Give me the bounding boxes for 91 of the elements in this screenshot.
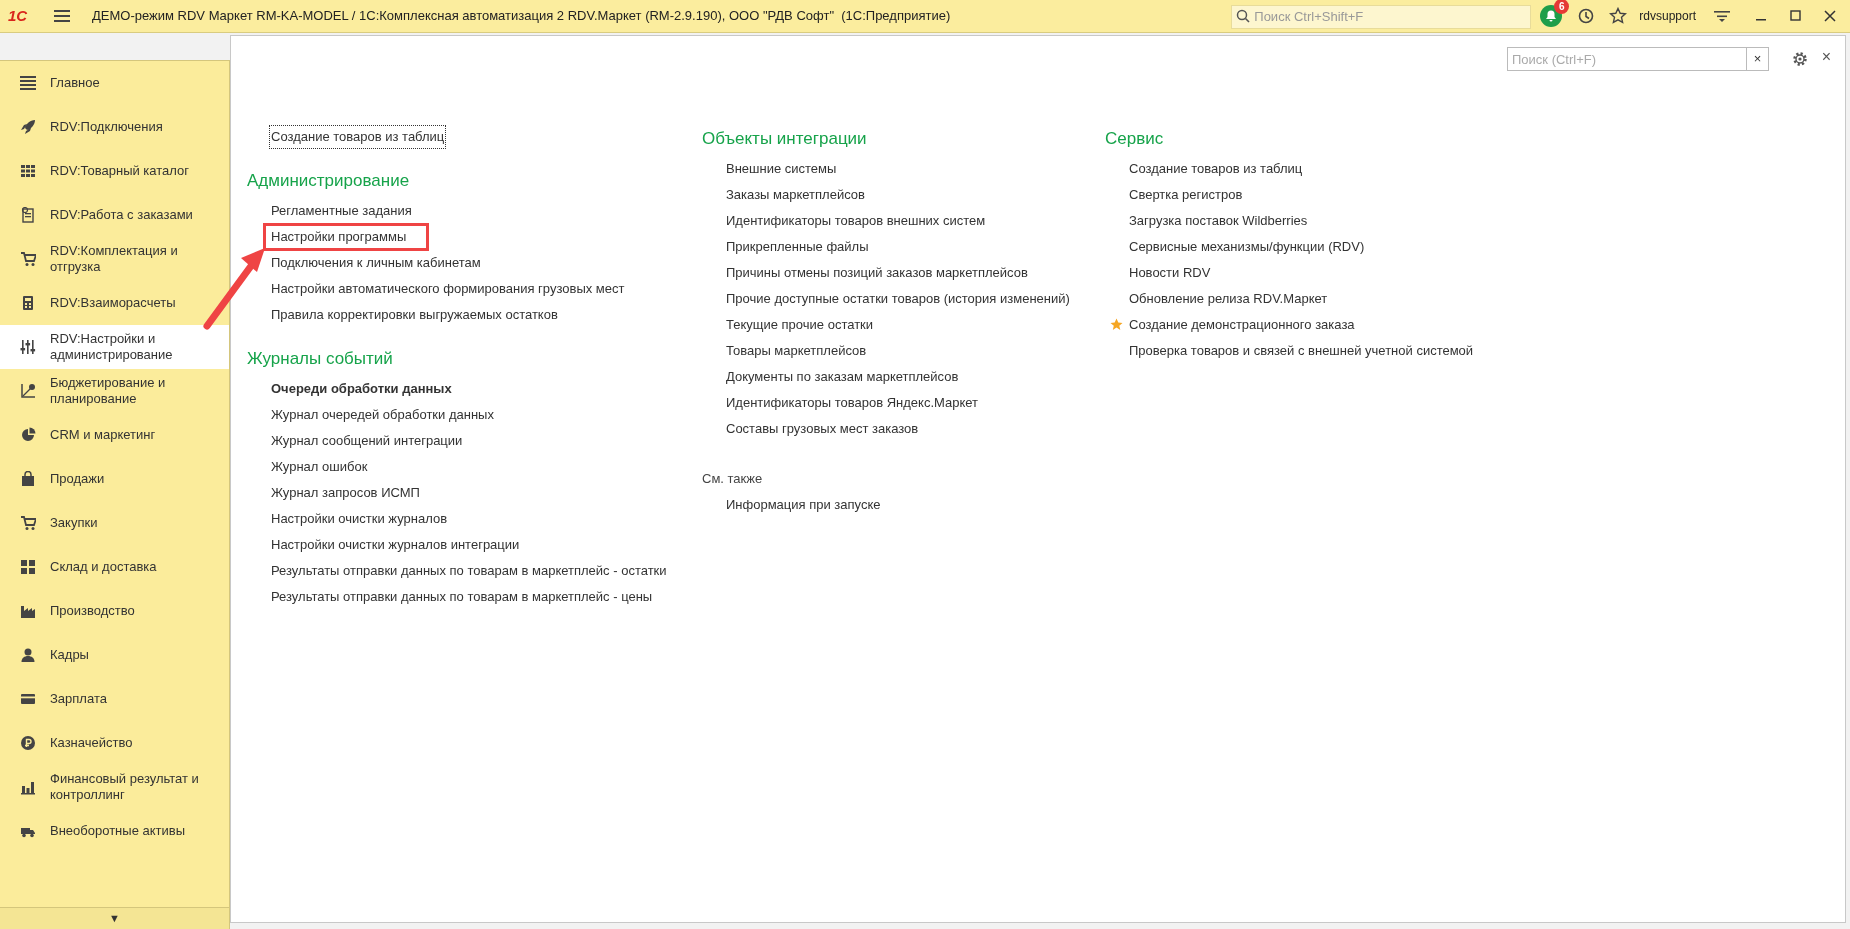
close-button[interactable]: ×: [1817, 46, 1835, 68]
person-icon: [20, 647, 36, 663]
cart-icon: [20, 251, 36, 267]
menu-link[interactable]: Создание товаров из таблиц: [271, 127, 445, 147]
menu-link[interactable]: Журнал сообщений интеграции: [271, 431, 463, 451]
chart-axes-icon: [20, 383, 36, 399]
menu-link[interactable]: Внешние системы: [726, 159, 837, 179]
menu-link[interactable]: Настройки очистки журналов: [271, 509, 448, 529]
history-icon[interactable]: [1577, 7, 1596, 25]
menu-link[interactable]: Создание демонстрационного заказа: [1129, 315, 1355, 335]
menu-link[interactable]: Журнал ошибок: [271, 457, 368, 477]
sidebar-item[interactable]: Казначейство: [0, 721, 229, 765]
pie-chart-icon: [20, 427, 36, 443]
menu-link[interactable]: Свертка регистров: [1129, 185, 1243, 205]
scroll-down-button[interactable]: ▼: [109, 913, 120, 924]
sidebar-item[interactable]: Внеоборотные активы: [0, 809, 229, 853]
grid-icon: [20, 163, 36, 179]
maximize-icon[interactable]: [1790, 10, 1802, 22]
sidebar-item[interactable]: RDV:Подключения: [0, 105, 229, 149]
menu-link[interactable]: Результаты отправки данных по товарам в маркетплейс - остатки: [271, 561, 667, 581]
section-heading: Сервис: [1105, 128, 1165, 151]
menu-link[interactable]: Товары маркетплейсов: [726, 341, 867, 361]
menu-link[interactable]: Настройки автоматического формирования грузовых мест: [271, 279, 625, 299]
sidebar-item[interactable]: CRM и маркетинг: [0, 413, 229, 457]
card-icon: [20, 691, 36, 707]
bag-icon: [20, 471, 36, 487]
menu-link[interactable]: Идентификаторы товаров Яндекс.Маркет: [726, 393, 978, 413]
menu-link[interactable]: Прикрепленные файлы: [726, 237, 869, 257]
sidebar-item[interactable]: Производство: [0, 589, 229, 633]
menu-link[interactable]: Регламентные задания: [271, 201, 412, 221]
sidebar-item[interactable]: RDV:Товарный каталог: [0, 149, 229, 193]
document-icon: [20, 207, 36, 223]
sidebar-item[interactable]: RDV:Комплектация и отгрузка: [0, 237, 229, 281]
sidebar-item[interactable]: RDV:Работа с заказами: [0, 193, 229, 237]
window-title: ДЕМО-режим RDV Маркет RM-KA-MODEL / 1С:Комплексная автоматизация 2 RDV.Маркет (RM-2.9.190), ООО "РДВ Софт" (1С:Предприятие): [92, 7, 951, 26]
menu-link[interactable]: Информация при запуске: [726, 495, 881, 515]
search-field[interactable]: Поиск Ctrl+Shift+F: [1231, 4, 1532, 29]
settings-icon[interactable]: [1791, 50, 1809, 68]
close-icon[interactable]: [1824, 10, 1836, 22]
menu-link[interactable]: Правила корректировки выгружаемых остатков: [271, 305, 558, 325]
menu-link[interactable]: Подключения к личным кабинетам: [271, 253, 481, 273]
rocket-icon: [20, 119, 36, 135]
menu-link[interactable]: Обновление релиза RDV.Маркет: [1129, 289, 1328, 309]
list-icon: [20, 75, 36, 91]
bell-icon[interactable]: [1539, 4, 1564, 28]
menu-link[interactable]: Результаты отправки данных по товарам в маркетплейс - цены: [271, 587, 653, 607]
menu-link[interactable]: Журнал очередей обработки данных: [271, 405, 494, 425]
menu-link[interactable]: Новости RDV: [1129, 263, 1211, 283]
factory-icon: [20, 603, 36, 619]
menu-link[interactable]: Очереди обработки данных: [271, 379, 452, 399]
menu-link[interactable]: Составы грузовых мест заказов: [726, 419, 919, 439]
sidebar-item[interactable]: Склад и доставка: [0, 545, 229, 589]
search-icon: [1236, 9, 1251, 23]
section-heading: Журналы событий: [247, 348, 394, 371]
calculator-icon: [20, 295, 36, 311]
sidebar-item[interactable]: Кадры: [0, 633, 229, 677]
section-heading: Администрирование: [247, 170, 411, 193]
menu-link[interactable]: Загрузка поставок Wildberries: [1129, 211, 1308, 231]
sidebar-item[interactable]: RDV:Взаиморасчеты: [0, 281, 229, 325]
sidebar-item[interactable]: Продажи: [0, 457, 229, 501]
menu-link[interactable]: Заказы маркетплейсов: [726, 185, 865, 205]
menu-link[interactable]: Идентификаторы товаров внешних систем: [726, 211, 986, 231]
coin-icon: [20, 735, 36, 751]
bar-chart-icon: [20, 779, 36, 795]
sidebar-item[interactable]: Финансовый результат и контроллинг: [0, 765, 229, 809]
menu-link[interactable]: Журнал запросов ИСМП: [271, 483, 420, 503]
menu-link[interactable]: Проверка товаров и связей с внешней учетной системой: [1129, 341, 1474, 361]
section-subheading: См. также: [702, 470, 764, 489]
sidebar-item[interactable]: Главное: [0, 61, 229, 105]
menu-link[interactable]: Прочие доступные остатки товаров (история изменений): [726, 289, 1070, 309]
sidebar-item[interactable]: Зарплата: [0, 677, 229, 721]
menu-link[interactable]: Настройки очистки журналов интеграции: [271, 535, 520, 555]
menu-link[interactable]: Причины отмены позиций заказов маркетплейсов: [726, 263, 1028, 283]
sliders-icon: [20, 339, 36, 355]
tiles-icon: [20, 559, 36, 575]
menu-link[interactable]: Настройки программы: [271, 227, 407, 247]
user-name[interactable]: rdvsupport: [1639, 7, 1696, 25]
menu-link[interactable]: Документы по заказам маркетплейсов: [726, 367, 959, 387]
cart-icon: [20, 515, 36, 531]
menu-link[interactable]: Сервисные механизмы/функции (RDV): [1129, 237, 1365, 257]
notification-badge: 6: [1554, 0, 1570, 14]
sidebar-item[interactable]: Бюджетирование и планирование: [0, 369, 229, 413]
sidebar-item[interactable]: Закупки: [0, 501, 229, 545]
search-field[interactable]: Поиск (Ctrl+F): [1507, 47, 1747, 71]
clear-button[interactable]: ×: [1747, 47, 1769, 71]
section-heading: Объекты интеграции: [702, 128, 868, 151]
star-icon[interactable]: [1609, 7, 1628, 25]
menu-link[interactable]: Создание товаров из таблиц: [1129, 159, 1303, 179]
sidebar-item[interactable]: RDV:Настройки и администрирование: [0, 325, 229, 369]
menu-link[interactable]: Текущие прочие остатки: [726, 315, 874, 335]
app-logo: 1С: [8, 5, 29, 26]
